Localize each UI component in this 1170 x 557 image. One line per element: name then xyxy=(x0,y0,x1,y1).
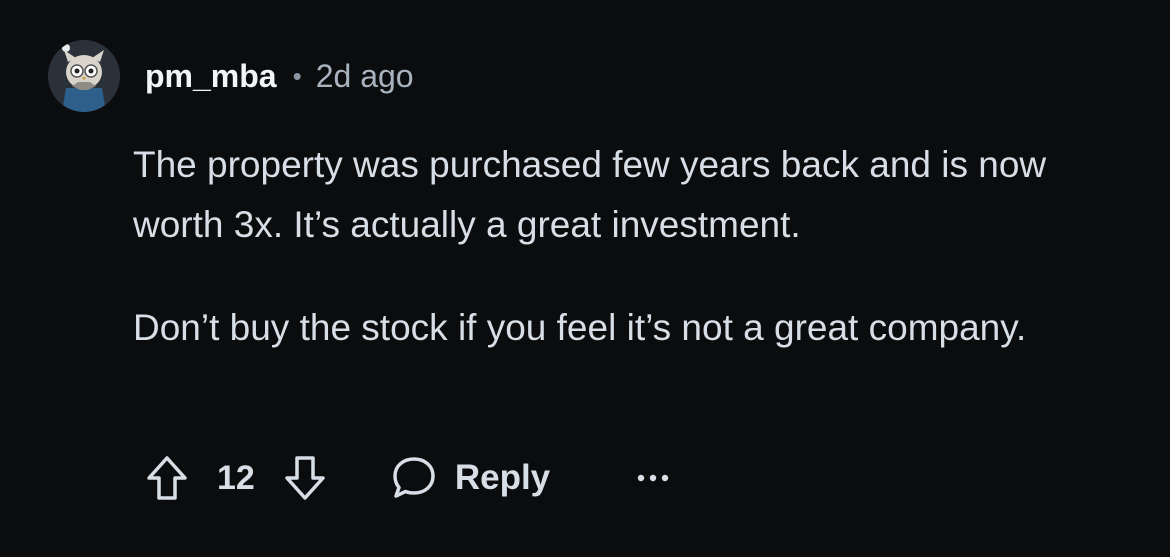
comment-body: The property was purchased few years bac… xyxy=(133,135,1113,401)
downvote-button[interactable] xyxy=(283,454,327,502)
reply-label: Reply xyxy=(454,458,551,497)
avatar[interactable] xyxy=(48,40,120,112)
upvote-arrow-icon xyxy=(147,456,187,500)
comment-header: pm_mba • 2d ago xyxy=(145,52,414,100)
separator-dot: • xyxy=(292,60,302,91)
more-dots-icon xyxy=(637,474,669,482)
owl-avatar-icon xyxy=(48,40,120,112)
reply-button[interactable]: Reply xyxy=(391,455,550,501)
more-options-button[interactable] xyxy=(636,472,670,484)
timestamp: 2d ago xyxy=(315,57,414,94)
comment: pm_mba • 2d ago The property was purchas… xyxy=(0,0,1170,557)
comment-paragraph: Don’t buy the stock if you feel it’s not… xyxy=(133,307,1027,348)
upvote-button[interactable] xyxy=(145,454,189,502)
vote-score: 12 xyxy=(217,458,255,497)
downvote-arrow-icon xyxy=(285,456,325,500)
speech-bubble-icon xyxy=(393,457,435,498)
comment-actions: 12 Reply xyxy=(145,450,670,506)
comment-paragraph: The property was purchased few years bac… xyxy=(133,144,1047,245)
username[interactable]: pm_mba xyxy=(145,58,277,95)
